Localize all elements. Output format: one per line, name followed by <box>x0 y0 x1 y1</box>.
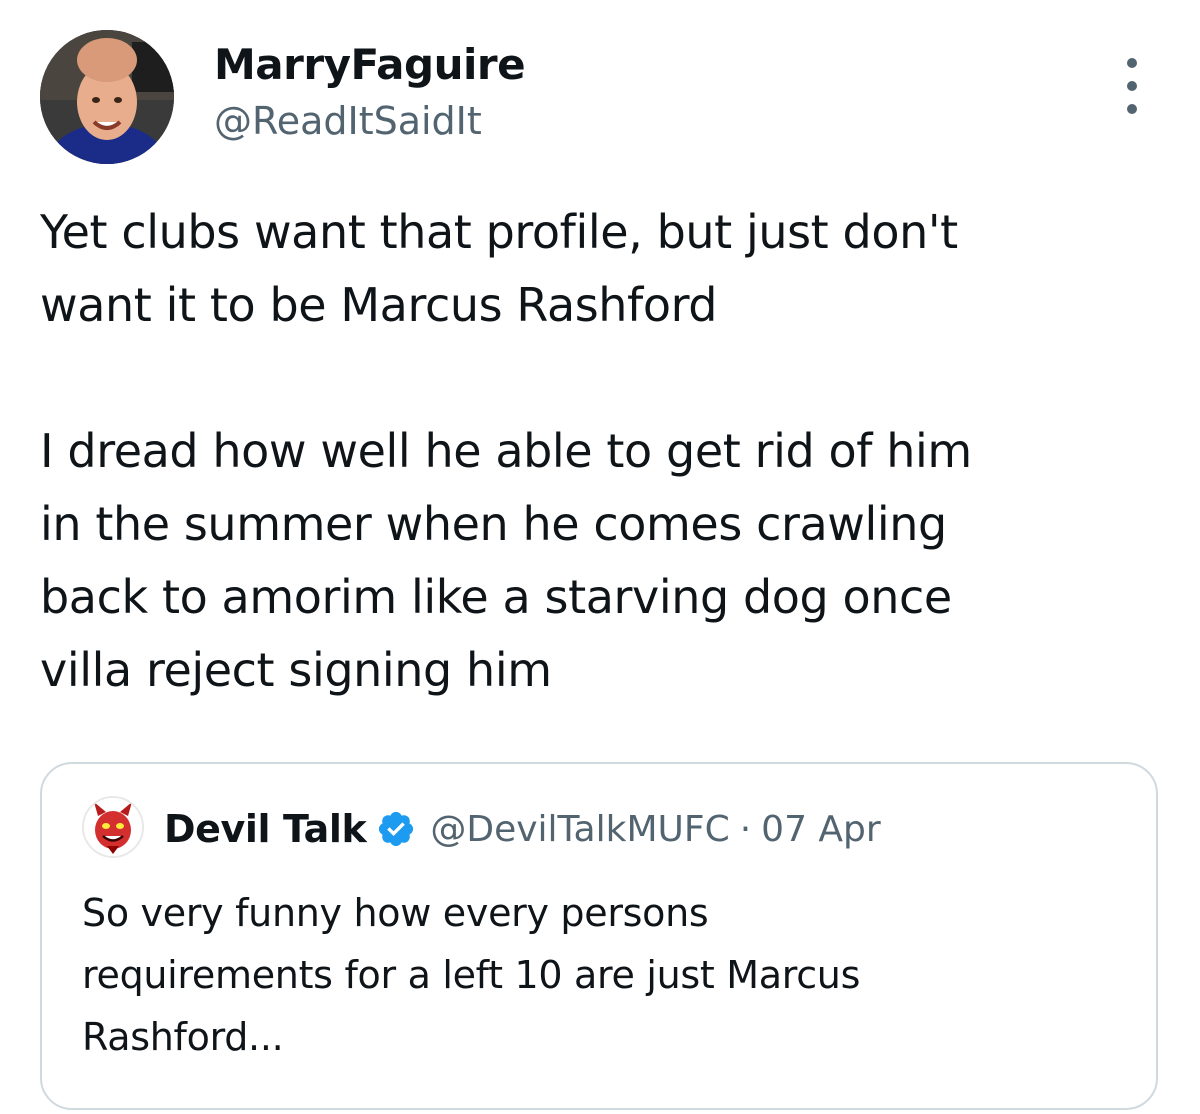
quote-handle[interactable]: @DevilTalkMUFC <box>430 809 729 850</box>
tweet-line: want it to be Marcus Rashford <box>40 278 718 332</box>
tweet: MarryFaguire @ReadItSaidIt Yet clubs wan… <box>0 0 1200 1114</box>
quote-text: So very funny how every persons requirem… <box>82 882 1122 1068</box>
quote-line: So very funny how every persons <box>82 891 709 935</box>
tweet-text: Yet clubs want that profile, but just do… <box>40 196 1160 707</box>
quoted-tweet[interactable]: Devil Talk @DevilTalkMUFC · 07 Apr So ve… <box>40 762 1158 1110</box>
tweet-line: villa reject signing him <box>40 643 552 697</box>
more-dot <box>1127 81 1137 91</box>
author-avatar[interactable] <box>40 30 174 164</box>
author-display-name[interactable]: MarryFaguire <box>214 40 526 90</box>
more-dot <box>1127 104 1137 114</box>
quote-line: Rashford... <box>82 1015 284 1059</box>
quote-display-name[interactable]: Devil Talk <box>164 807 367 851</box>
tweet-line: back to amorim like a starving dog once <box>40 570 952 624</box>
tweet-line: I dread how well he able to get rid of h… <box>40 424 972 478</box>
avatar-photo-icon <box>40 30 174 164</box>
quote-line: requirements for a left 10 are just Marc… <box>82 953 861 997</box>
quote-paragraph: So very funny how every persons requirem… <box>82 882 1122 1068</box>
devil-logo-icon <box>84 798 142 856</box>
tweet-line: in the summer when he comes crawling <box>40 497 947 551</box>
more-dot <box>1127 58 1137 68</box>
tweet-line: Yet clubs want that profile, but just do… <box>40 205 958 259</box>
author-handle[interactable]: @ReadItSaidIt <box>214 98 482 144</box>
quote-date[interactable]: 07 Apr <box>761 809 881 850</box>
quote-header: Devil Talk @DevilTalkMUFC · 07 Apr <box>164 804 881 854</box>
verified-badge-icon <box>376 809 416 849</box>
quote-avatar[interactable] <box>82 796 144 858</box>
tweet-paragraph: Yet clubs want that profile, but just do… <box>40 196 1160 342</box>
quote-separator: · <box>739 808 752 850</box>
more-options-icon[interactable] <box>1112 58 1152 114</box>
tweet-paragraph: I dread how well he able to get rid of h… <box>40 415 1160 707</box>
